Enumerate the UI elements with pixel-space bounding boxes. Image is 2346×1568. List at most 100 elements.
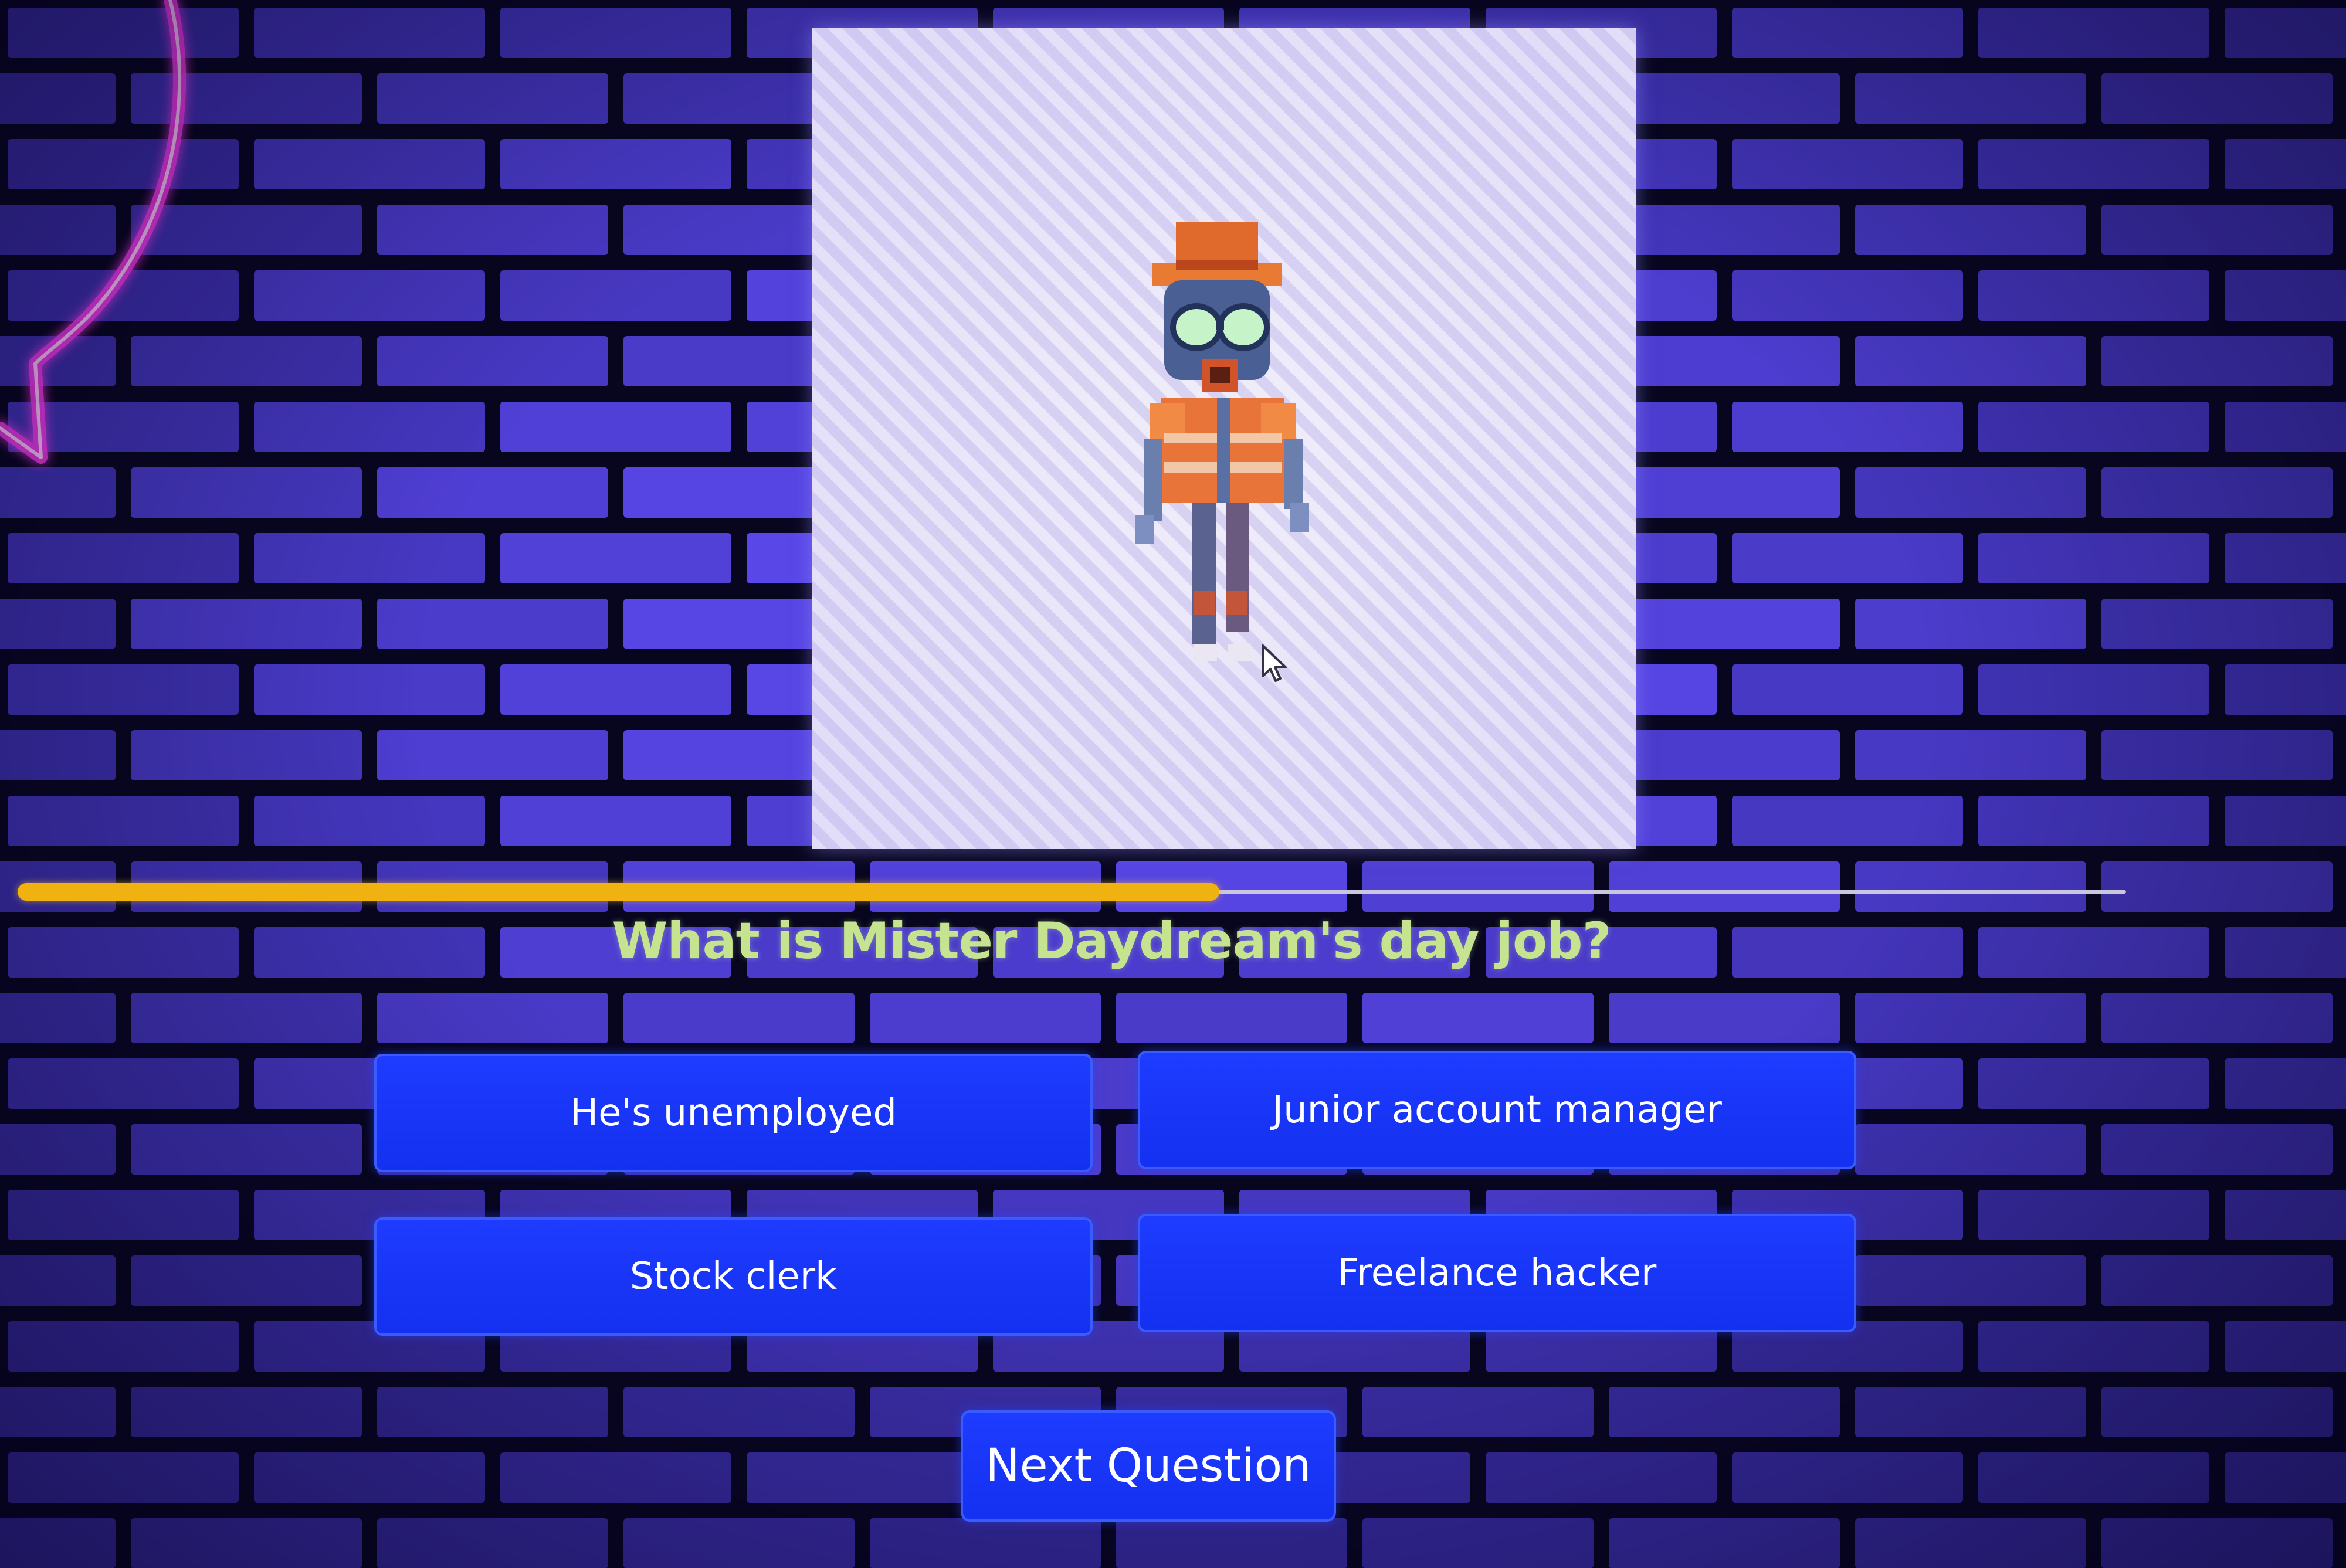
brick <box>500 1452 731 1503</box>
quiz-screen: What is Mister Daydream's day job? He's … <box>0 0 2346 1568</box>
brick <box>1855 205 2086 255</box>
brick <box>254 8 485 58</box>
next-question-button[interactable]: Next Question <box>961 1410 1336 1522</box>
brick <box>2101 599 2333 649</box>
brick <box>2225 1190 2346 1240</box>
brick <box>1732 796 1963 846</box>
brick <box>1609 599 1840 649</box>
brick <box>1362 1518 1594 1568</box>
brick <box>2101 730 2333 780</box>
brick <box>1978 1190 2209 1240</box>
brick <box>377 205 608 255</box>
brick <box>2225 139 2346 189</box>
brick <box>623 1387 855 1437</box>
brick <box>1732 139 1963 189</box>
brick <box>2101 467 2333 518</box>
brick <box>1978 1452 2209 1503</box>
answer-button-2[interactable]: Junior account manager <box>1138 1051 1856 1169</box>
brick <box>1978 8 2209 58</box>
brick <box>1978 139 2209 189</box>
progress-bar <box>18 883 2126 901</box>
pixel-character-icon <box>1135 222 1309 661</box>
brick <box>2101 1518 2333 1568</box>
brick <box>2225 796 2346 846</box>
brick <box>0 1518 116 1568</box>
brick <box>1855 993 2086 1043</box>
brick <box>8 1190 239 1240</box>
brick <box>1732 270 1963 321</box>
answer-label: Junior account manager <box>1272 1088 1722 1132</box>
brick <box>1855 1255 2086 1306</box>
brick <box>1855 73 2086 124</box>
answer-button-3[interactable]: Stock clerk <box>374 1217 1093 1336</box>
brick <box>1116 1518 1347 1568</box>
brick <box>2101 1255 2333 1306</box>
answer-label: Freelance hacker <box>1337 1251 1657 1295</box>
brick <box>2225 1058 2346 1109</box>
brick <box>377 73 608 124</box>
brick <box>500 270 731 321</box>
brick <box>1978 796 2209 846</box>
brick <box>500 796 731 846</box>
brick <box>2225 8 2346 58</box>
brick <box>377 1387 608 1437</box>
brick <box>0 599 116 649</box>
brick <box>2225 1321 2346 1372</box>
brick <box>254 1452 485 1503</box>
brick <box>131 1124 362 1175</box>
brick <box>1609 1518 1840 1568</box>
brick <box>1609 993 1840 1043</box>
brick <box>0 730 116 780</box>
brick <box>1732 664 1963 715</box>
brick <box>2225 402 2346 452</box>
brick <box>377 599 608 649</box>
question-text: What is Mister Daydream's day job? <box>612 912 1611 970</box>
brick <box>1978 1321 2209 1372</box>
brick <box>623 1518 855 1568</box>
brick <box>1486 1452 1717 1503</box>
brick <box>131 1518 362 1568</box>
brick <box>1732 8 1963 58</box>
brick <box>254 664 485 715</box>
brick <box>1855 599 2086 649</box>
next-question-label: Next Question <box>985 1440 1311 1492</box>
brick <box>8 1058 239 1109</box>
brick <box>1362 993 1594 1043</box>
brick <box>747 1452 978 1503</box>
brick <box>870 1518 1101 1568</box>
brick <box>1732 1452 1963 1503</box>
brick <box>2225 1452 2346 1503</box>
brick <box>1855 1124 2086 1175</box>
brick <box>1609 861 1840 912</box>
answer-button-1[interactable]: He's unemployed <box>374 1054 1093 1172</box>
brick <box>2101 993 2333 1043</box>
brick <box>377 1518 608 1568</box>
brick <box>2101 73 2333 124</box>
progress-bar-fill <box>18 883 1219 901</box>
answer-label: He's unemployed <box>569 1091 897 1135</box>
brick <box>623 993 855 1043</box>
answer-label: Stock clerk <box>629 1255 838 1298</box>
brick <box>1855 467 2086 518</box>
brick <box>0 993 116 1043</box>
brick <box>1978 1058 2209 1109</box>
brick <box>1362 1387 1594 1437</box>
brick <box>500 139 731 189</box>
answer-button-4[interactable]: Freelance hacker <box>1138 1214 1856 1332</box>
brick <box>500 8 731 58</box>
brick <box>1609 730 1840 780</box>
brick <box>1855 1387 2086 1437</box>
brick <box>1978 664 2209 715</box>
brick <box>1978 270 2209 321</box>
brick <box>8 533 239 583</box>
brick <box>1609 336 1840 386</box>
brick <box>131 599 362 649</box>
character-image-panel <box>812 28 1636 849</box>
brick <box>1609 467 1840 518</box>
brick <box>500 664 731 715</box>
brick <box>500 533 731 583</box>
brick <box>870 993 1101 1043</box>
brick <box>1855 861 2086 912</box>
brick <box>2225 533 2346 583</box>
brick <box>8 1321 239 1372</box>
